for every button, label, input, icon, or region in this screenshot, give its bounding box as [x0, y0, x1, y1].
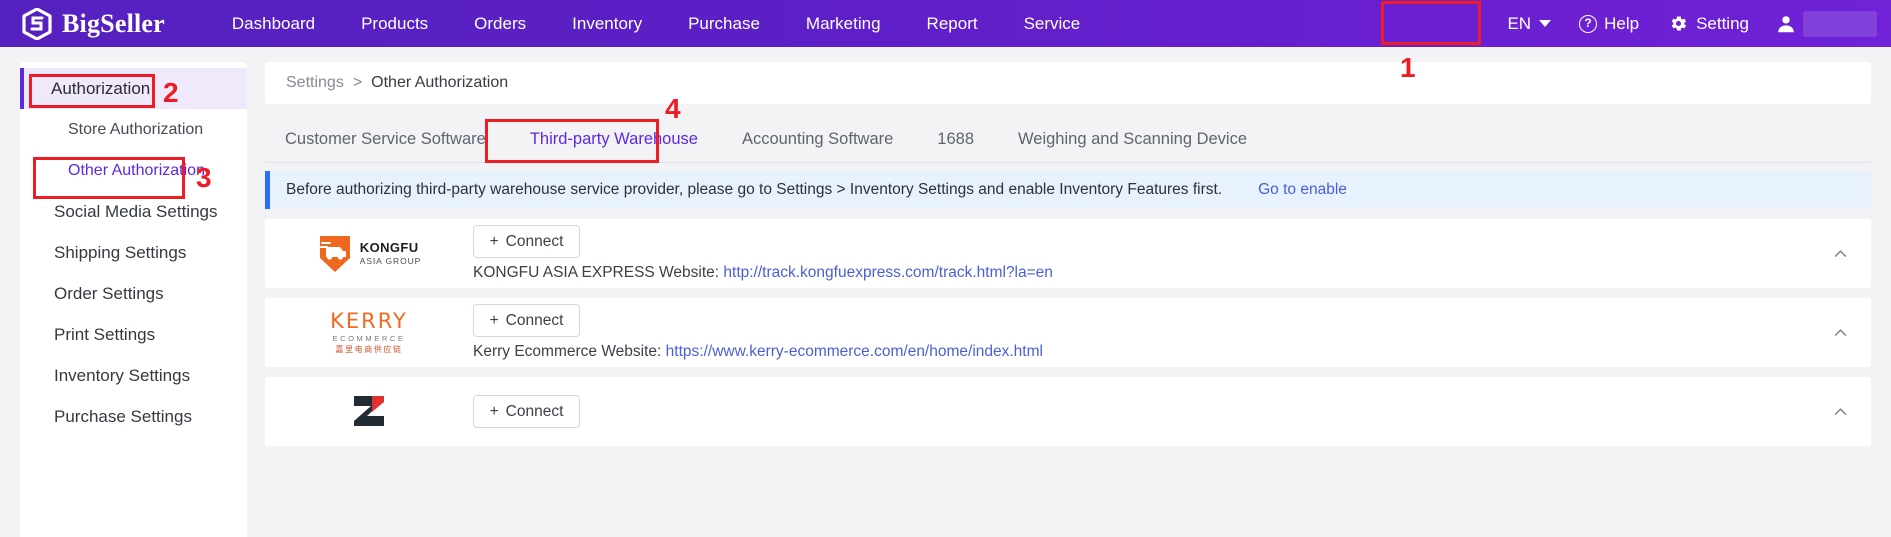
setting-button[interactable]: Setting: [1653, 14, 1765, 34]
language-selector[interactable]: EN: [1493, 14, 1565, 34]
provider-website-url[interactable]: https://www.kerry-ecommerce.com/en/home/…: [666, 343, 1043, 360]
help-button[interactable]: ? Help: [1565, 14, 1653, 34]
connect-button-kerry[interactable]: + Connect: [473, 304, 580, 337]
plus-icon: +: [489, 232, 499, 250]
provider-logo-cell: KERRY ECOMMERCE 嘉里电商供应链: [265, 298, 473, 367]
breadcrumb-current: Other Authorization: [371, 74, 509, 91]
sidebar-item-label: Social Media Settings: [54, 201, 218, 221]
primary-nav: Dashboard Products Orders Inventory Purc…: [209, 0, 1103, 47]
gear-icon: [1671, 16, 1687, 31]
notice-text: Before authorizing third-party warehouse…: [286, 181, 1223, 198]
nav-item-dashboard[interactable]: Dashboard: [209, 0, 338, 47]
third-provider-logo-icon: [354, 395, 384, 426]
sidebar-item-purchase-settings[interactable]: Purchase Settings: [20, 396, 247, 437]
nav-item-report[interactable]: Report: [904, 0, 1001, 47]
sidebar-item-other-authorization[interactable]: Other Authorization: [20, 150, 247, 191]
brand-logo-area[interactable]: BigSeller: [0, 7, 209, 40]
provider-card-body: + Connect: [473, 395, 1871, 428]
tab-weighing-and-scanning-device[interactable]: Weighing and Scanning Device: [996, 130, 1269, 162]
kerry-ecommerce-logo-icon: KERRY ECOMMERCE 嘉里电商供应链: [330, 308, 408, 355]
plus-icon: +: [489, 402, 499, 420]
question-circle-icon: ?: [1579, 14, 1598, 33]
bigseller-hexagon-logo-icon: [22, 7, 52, 40]
connect-button-third[interactable]: + Connect: [473, 395, 580, 428]
sidebar-item-label: Store Authorization: [68, 120, 204, 138]
main-content: Settings > Other Authorization Customer …: [265, 62, 1871, 456]
sidebar-group-authorization[interactable]: Authorization: [20, 68, 247, 109]
provider-website-prefix: KONGFU ASIA EXPRESS Website:: [473, 264, 720, 281]
breadcrumb-separator: >: [352, 74, 363, 91]
tab-bar: Customer Service Software Third-party Wa…: [265, 116, 1871, 163]
nav-item-orders[interactable]: Orders: [451, 0, 549, 47]
sidebar-item-label: Inventory Settings: [54, 365, 191, 385]
sidebar-item-print-settings[interactable]: Print Settings: [20, 314, 247, 355]
plus-icon: +: [489, 311, 499, 329]
nav-item-purchase[interactable]: Purchase: [665, 0, 783, 47]
sidebar-item-label: Other Authorization: [68, 161, 205, 179]
connect-label: Connect: [505, 311, 564, 329]
provider-card-body: + Connect KONGFU ASIA EXPRESS Website: h…: [473, 225, 1871, 282]
nav-item-products[interactable]: Products: [338, 0, 451, 47]
user-account-area[interactable]: [1765, 10, 1877, 37]
tab-1688[interactable]: 1688: [915, 130, 996, 162]
language-label: EN: [1507, 13, 1532, 33]
connect-button-kongfu[interactable]: + Connect: [473, 225, 580, 258]
provider-card-kongfu: KONGFU ASIA GROUP + Connect KONGFU ASIA …: [265, 219, 1871, 288]
kerry-logo-line3: 嘉里电商供应链: [335, 344, 403, 354]
inventory-features-notice: Before authorizing third-party warehouse…: [265, 171, 1871, 209]
tab-customer-service-software[interactable]: Customer Service Software: [265, 130, 508, 162]
kongfu-logo-line2: ASIA GROUP: [359, 255, 422, 266]
provider-list: KONGFU ASIA GROUP + Connect KONGFU ASIA …: [265, 219, 1871, 446]
connect-label: Connect: [505, 402, 564, 420]
breadcrumb: Settings > Other Authorization: [265, 62, 1871, 104]
breadcrumb-root[interactable]: Settings: [286, 74, 344, 92]
help-label: Help: [1604, 13, 1640, 33]
setting-label: Setting: [1696, 13, 1749, 33]
provider-website-prefix: Kerry Ecommerce Website:: [473, 343, 662, 360]
sidebar-item-shipping-settings[interactable]: Shipping Settings: [20, 232, 247, 273]
tab-accounting-software[interactable]: Accounting Software: [720, 130, 915, 162]
tab-third-party-warehouse[interactable]: Third-party Warehouse: [508, 130, 720, 162]
provider-website-line: Kerry Ecommerce Website: https://www.ker…: [473, 343, 1871, 361]
kerry-logo-line1: KERRY: [330, 308, 408, 333]
chevron-up-icon[interactable]: [1832, 324, 1849, 341]
app-root: BigSeller Dashboard Products Orders Inve…: [0, 0, 1891, 537]
sidebar-item-inventory-settings[interactable]: Inventory Settings: [20, 355, 247, 396]
provider-card-third: + Connect: [265, 377, 1871, 446]
sidebar-item-store-authorization[interactable]: Store Authorization: [20, 109, 247, 150]
sidebar-item-label: Purchase Settings: [54, 406, 192, 426]
chevron-up-icon[interactable]: [1832, 403, 1849, 420]
user-avatar-icon: [1778, 15, 1794, 32]
nav-right-cluster: EN ? Help Setting: [1493, 0, 1891, 47]
chevron-down-icon: [1539, 20, 1552, 27]
username-redacted: [1803, 10, 1877, 37]
sidebar-item-order-settings[interactable]: Order Settings: [20, 273, 247, 314]
sidebar-group-label: Authorization: [51, 78, 151, 98]
nav-item-marketing[interactable]: Marketing: [783, 0, 904, 47]
kongfu-shield-icon: [319, 235, 350, 272]
sidebar-item-social-media-settings[interactable]: Social Media Settings: [20, 191, 247, 232]
brand-name: BigSeller: [62, 8, 165, 38]
provider-logo-cell: [265, 377, 473, 446]
provider-card-body: + Connect Kerry Ecommerce Website: https…: [473, 304, 1871, 361]
sidebar-item-label: Shipping Settings: [54, 242, 187, 262]
kongfu-logo-line1: KONGFU: [359, 240, 419, 256]
kerry-logo-line2: ECOMMERCE: [332, 333, 406, 343]
provider-website-line: KONGFU ASIA EXPRESS Website: http://trac…: [473, 264, 1871, 282]
top-navigation-bar: BigSeller Dashboard Products Orders Inve…: [0, 0, 1891, 47]
provider-logo-cell: KONGFU ASIA GROUP: [265, 219, 473, 288]
nav-item-service[interactable]: Service: [1001, 0, 1104, 47]
provider-website-url[interactable]: http://track.kongfuexpress.com/track.htm…: [723, 264, 1053, 281]
provider-card-kerry: KERRY ECOMMERCE 嘉里电商供应链 + Connect Kerry …: [265, 298, 1871, 367]
sidebar-item-label: Order Settings: [54, 283, 164, 303]
go-to-enable-link[interactable]: Go to enable: [1258, 181, 1347, 199]
chevron-up-icon[interactable]: [1832, 245, 1849, 262]
settings-sidebar: Authorization Store Authorization Other …: [20, 62, 247, 537]
kongfu-asia-group-logo-icon: KONGFU ASIA GROUP: [317, 234, 421, 274]
sidebar-item-label: Print Settings: [54, 324, 156, 344]
nav-item-inventory[interactable]: Inventory: [549, 0, 665, 47]
connect-label: Connect: [505, 232, 564, 250]
